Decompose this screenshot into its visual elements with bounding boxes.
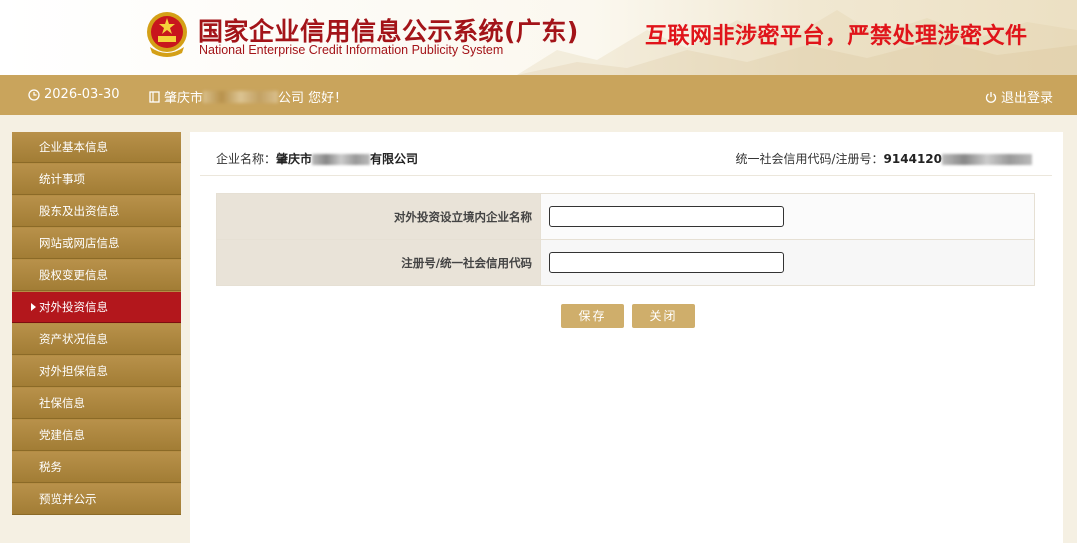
sidebar-item-social-security[interactable]: 社保信息 [12, 388, 181, 419]
form-row: 注册号/统一社会信用代码 [216, 239, 1035, 286]
user-card-icon [149, 90, 160, 103]
active-arrow-icon [31, 303, 36, 311]
date-text: 2026-03-30 [44, 87, 120, 102]
sidebar-item-guarantee[interactable]: 对外担保信息 [12, 356, 181, 387]
sidebar-item-party-building[interactable]: 党建信息 [12, 420, 181, 451]
sidebar-item-statistics[interactable]: 统计事项 [12, 164, 181, 195]
clock-icon [28, 88, 40, 101]
credit-code-field-label: 注册号/统一社会信用代码 [216, 239, 541, 286]
sidebar-item-preview-publish[interactable]: 预览并公示 [12, 484, 181, 515]
save-button[interactable]: 保存 [561, 304, 624, 328]
credit-code: 统一社会信用代码/注册号：9144120 [735, 150, 1032, 167]
date-display: 2026-03-30 [28, 87, 120, 102]
sidebar-item-investment[interactable]: 对外投资信息 [12, 292, 181, 323]
company-info-bar: 企业名称：肇庆市 有限公司 统一社会信用代码/注册号：9144120 [216, 150, 1046, 167]
sidebar-nav: 企业基本信息 统计事项 股东及出资信息 网站或网店信息 股权变更信息 对外投资信… [12, 132, 181, 515]
credit-code-input[interactable] [549, 252, 784, 274]
company-name-suffix: 有限公司 [370, 152, 419, 166]
divider [200, 175, 1052, 176]
site-subtitle: National Enterprise Credit Information P… [199, 43, 504, 57]
security-warning: 互联网非涉密平台，严禁处理涉密文件 [645, 24, 1028, 49]
sidebar-item-equity-change[interactable]: 股权变更信息 [12, 260, 181, 291]
form-row: 对外投资设立境内企业名称 [216, 193, 1035, 240]
sidebar-item-shareholders[interactable]: 股东及出资信息 [12, 196, 181, 227]
user-suffix: 公司 您好！ [278, 91, 348, 106]
close-button[interactable]: 关闭 [632, 304, 695, 328]
user-greeting: 肇庆市 公司 您好！ [149, 87, 347, 106]
enterprise-name-input[interactable] [549, 206, 784, 228]
redacted-credit-code [942, 154, 1032, 165]
user-prefix: 肇庆市 [164, 91, 204, 106]
company-name-label: 企业名称： [216, 152, 277, 166]
redacted-company-name [203, 90, 279, 103]
credit-code-prefix: 9144120 [883, 152, 942, 166]
sidebar-item-website[interactable]: 网站或网店信息 [12, 228, 181, 259]
enterprise-name-label: 对外投资设立境内企业名称 [216, 193, 541, 240]
company-name-prefix: 肇庆市 [276, 152, 313, 166]
site-header: 国家企业信用信息公示系统(广东) National Enterprise Cre… [0, 0, 1077, 75]
logout-label[interactable]: 退出登录 [1001, 87, 1053, 106]
investment-form: 对外投资设立境内企业名称 注册号/统一社会信用代码 [216, 193, 1035, 286]
redacted-company-name [312, 154, 371, 165]
main-panel: 企业名称：肇庆市 有限公司 统一社会信用代码/注册号：9144120 对外投资设立… [190, 132, 1063, 543]
top-bar: 2026-03-30 肇庆市 公司 您好！ 退出登录 [0, 75, 1077, 115]
national-emblem-icon [147, 12, 187, 57]
sidebar-item-assets[interactable]: 资产状况信息 [12, 324, 181, 355]
logout-button[interactable]: 退出登录 [985, 87, 1053, 106]
power-icon [985, 91, 997, 103]
credit-code-label: 统一社会信用代码/注册号： [735, 152, 884, 166]
sidebar-item-tax[interactable]: 税务 [12, 452, 181, 483]
sidebar-item-basic-info[interactable]: 企业基本信息 [12, 132, 181, 163]
